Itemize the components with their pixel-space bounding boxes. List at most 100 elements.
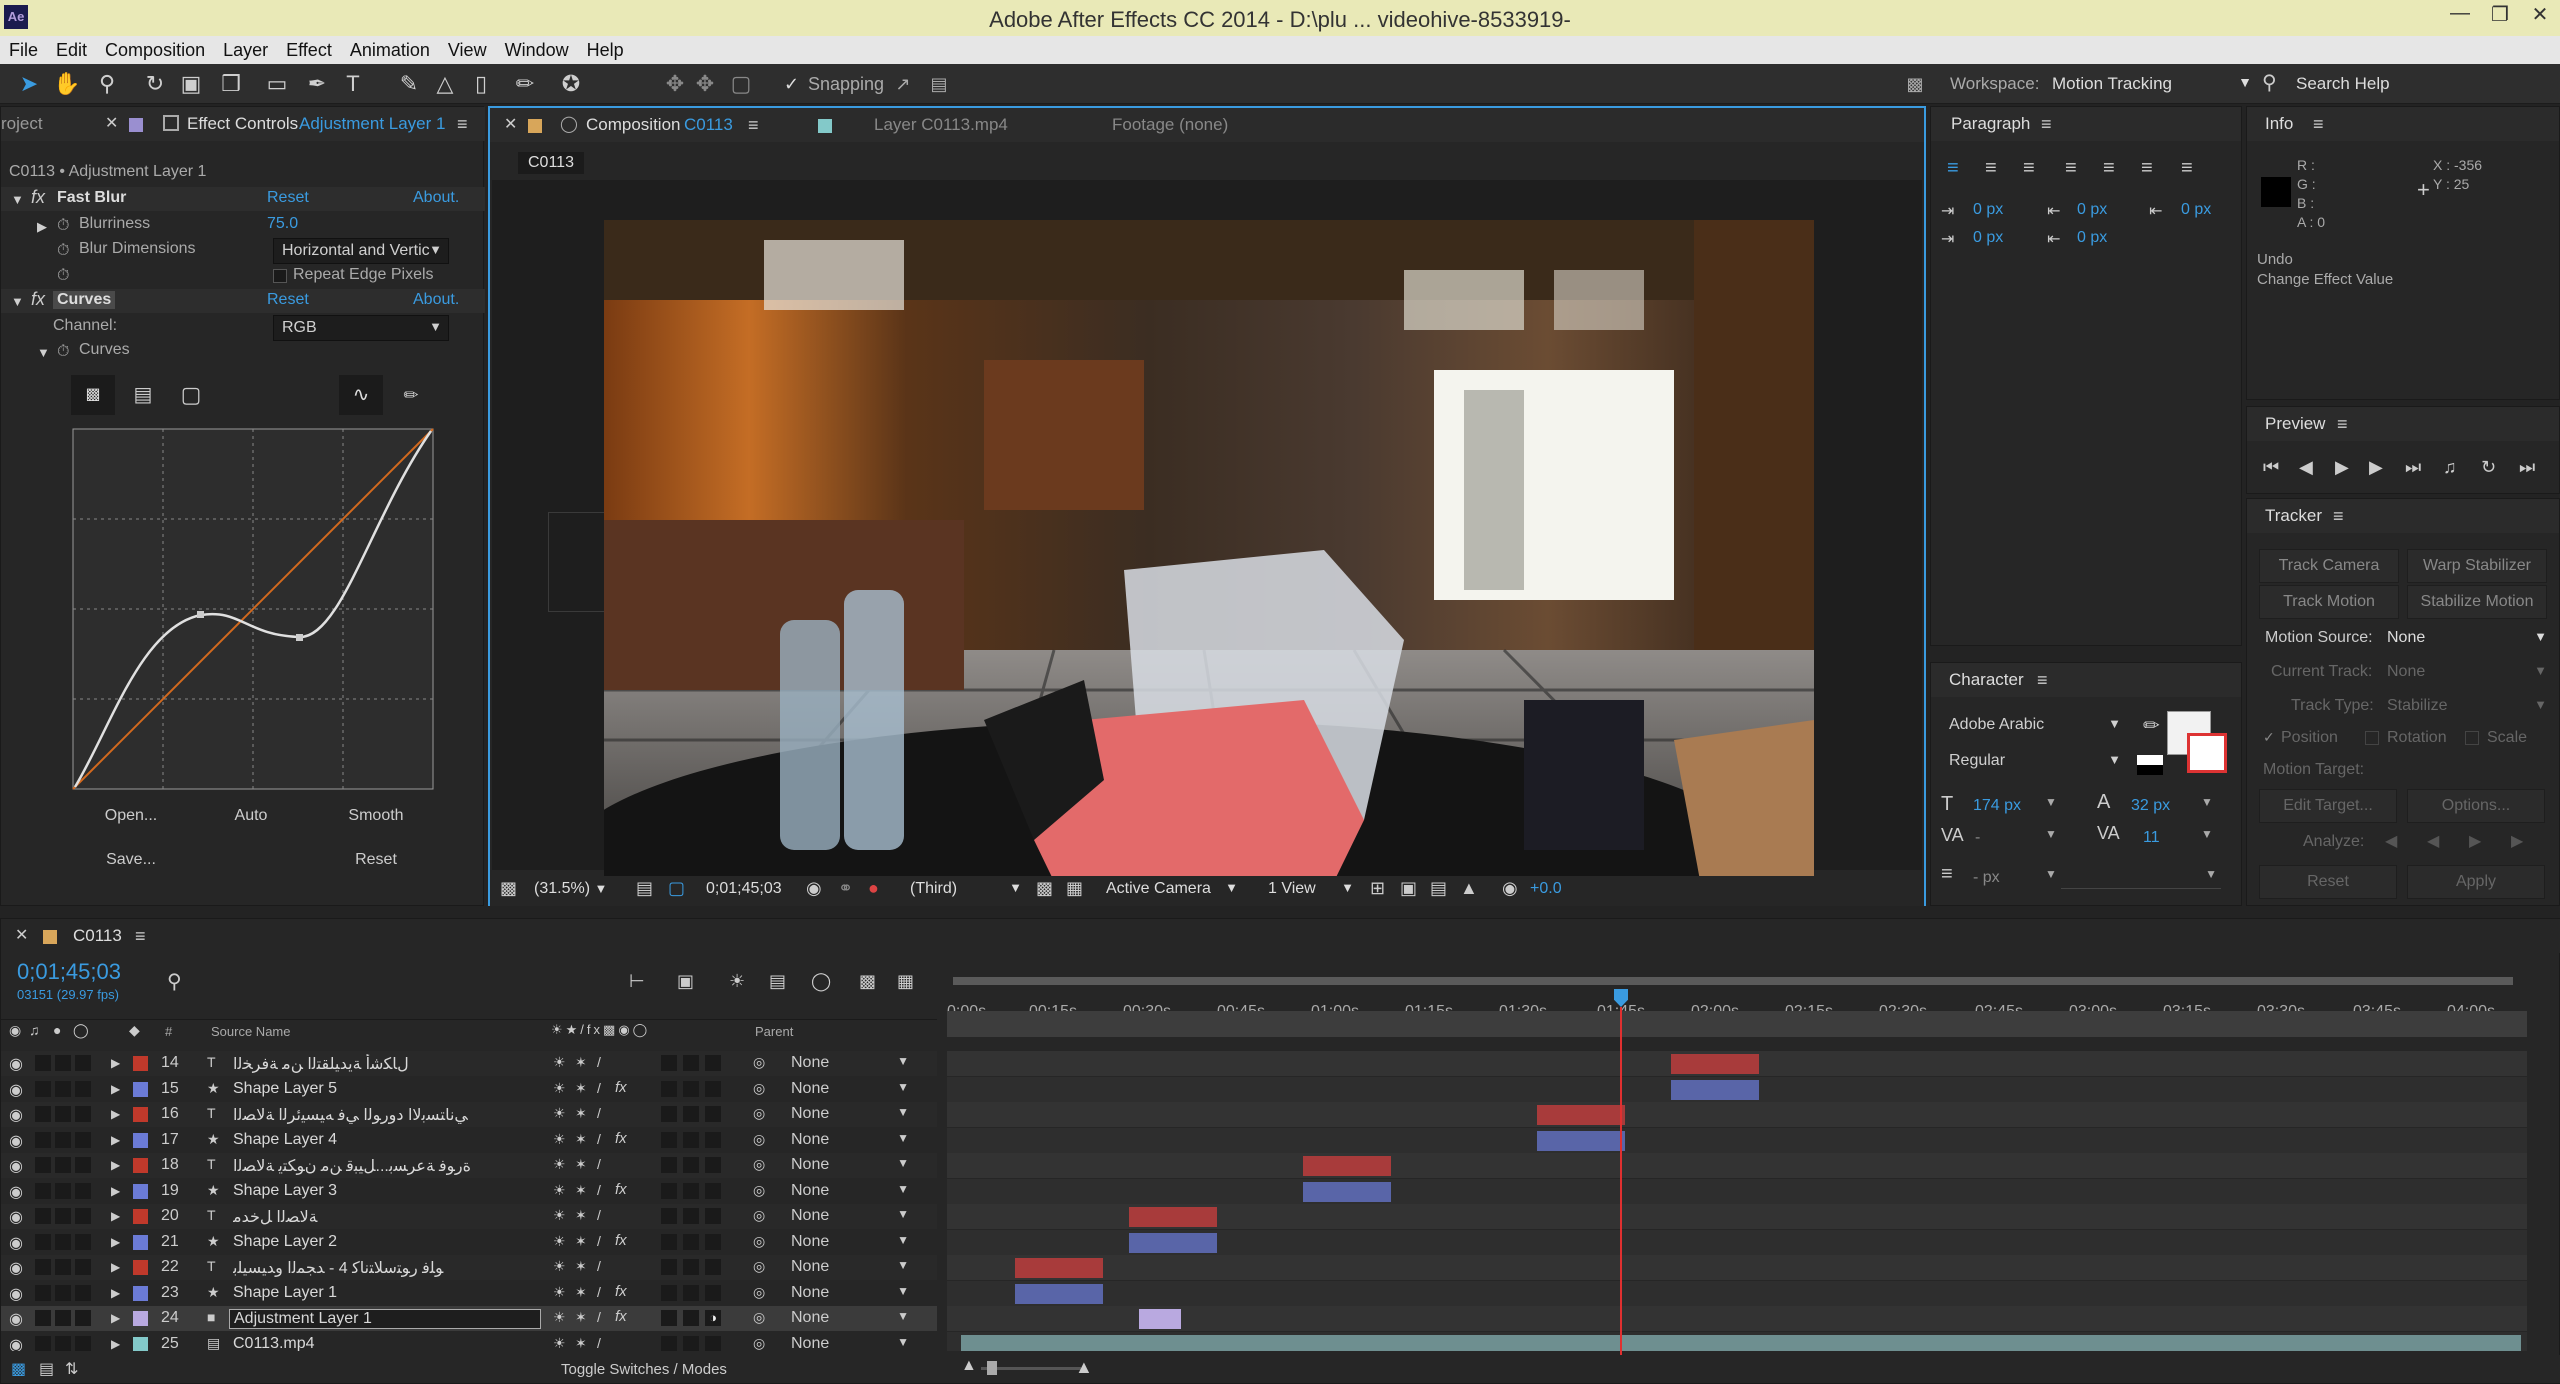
local-axis-icon[interactable]: ✥ xyxy=(660,70,690,98)
lock-switch[interactable] xyxy=(75,1055,91,1071)
layer-name[interactable]: Shape Layer 2 xyxy=(233,1233,533,1251)
frame-blend-switch[interactable] xyxy=(661,1080,677,1097)
curves-smooth-button[interactable]: Smooth xyxy=(341,807,411,825)
shy-switch-icon[interactable]: ☀ xyxy=(553,1284,566,1301)
font-style-select[interactable]: Regular ▼ xyxy=(1941,749,2127,775)
audio-switch[interactable] xyxy=(35,1106,51,1122)
font-family-select[interactable]: Adobe Arabic ▼ xyxy=(1941,713,2127,739)
flowchart-icon[interactable]: ▲ xyxy=(1460,878,1478,899)
label-color-swatch[interactable] xyxy=(133,1336,148,1351)
visibility-eye-icon[interactable]: ◉ xyxy=(9,1207,23,1227)
first-frame-icon[interactable]: ⏮ xyxy=(2263,457,2279,478)
audio-switch[interactable] xyxy=(35,1284,51,1301)
adjustment-layer-switch[interactable] xyxy=(705,1157,721,1173)
previous-frame-icon[interactable]: ◀ xyxy=(2299,457,2313,478)
tab-tracker[interactable]: Tracker xyxy=(2265,499,2322,533)
transfer-controls-icon[interactable]: ▤ xyxy=(39,1359,54,1379)
selection-tool-icon[interactable]: ➤ xyxy=(14,70,44,98)
quality-switch-icon[interactable]: / xyxy=(597,1284,601,1300)
lock-switch-header-icon[interactable]: ◯ xyxy=(73,1022,89,1039)
fx-switch-icon[interactable]: fx xyxy=(615,1130,627,1147)
collapse-switch-icon[interactable]: ✶ xyxy=(575,1080,587,1097)
solo-switch[interactable] xyxy=(55,1208,71,1224)
parent-pickwhip-icon[interactable]: ◎ xyxy=(753,1284,765,1301)
label-color-swatch[interactable] xyxy=(133,1132,148,1148)
motion-blur-switch[interactable] xyxy=(683,1208,699,1224)
stroke-color-swatch[interactable] xyxy=(2187,733,2227,773)
type-tool-icon[interactable]: T xyxy=(338,70,368,98)
layer-row[interactable]: ◉ ▶ 20 T ﺔﻟﺎﺼﻟﺍ ﻞﺧﺪﻣ ☀ ✶ / ◎ None ▼ xyxy=(1,1204,937,1229)
visibility-eye-icon[interactable]: ◉ xyxy=(9,1131,23,1151)
channel-select[interactable]: RGB ▼ xyxy=(273,315,449,341)
white-swatch[interactable] xyxy=(2137,755,2163,765)
quality-switch-icon[interactable]: / xyxy=(597,1080,601,1096)
menu-composition[interactable]: Composition xyxy=(96,36,214,61)
audio-switch[interactable] xyxy=(35,1208,51,1224)
layer-name[interactable]: ﻲﻧﺎﺘﺴﺑﻻﺍ ﺩﻭﺭﻮﻟﺍ ﻲﻓ ﻪﻴﺴﻴﺋﺮﻟﺍ ﺔﻟﺎﺼﻟﺍ xyxy=(233,1105,533,1125)
tracker-reset-button[interactable]: Reset xyxy=(2259,865,2397,899)
solo-switch[interactable] xyxy=(55,1080,71,1097)
analyze-back-frame-icon[interactable]: ◀ xyxy=(2427,831,2439,851)
font-size-value[interactable]: 174 px xyxy=(1973,797,2021,815)
play-icon[interactable]: ▶ xyxy=(2335,457,2349,478)
frame-blend-switch[interactable] xyxy=(661,1233,677,1250)
motion-blur-switch[interactable] xyxy=(683,1335,699,1351)
audio-icon[interactable]: ♫ xyxy=(2443,457,2457,478)
quality-switch-icon[interactable]: / xyxy=(597,1054,601,1070)
audio-switch[interactable] xyxy=(35,1080,51,1097)
quality-switch-icon[interactable]: / xyxy=(597,1207,601,1223)
eyedropper-icon[interactable]: ✏ xyxy=(2143,713,2160,738)
layer-row[interactable]: ◉ ▶ 16 T ﻲﻧﺎﺘﺴﺑﻻﺍ ﺩﻭﺭﻮﻟﺍ ﻲﻓ ﻪﻴﺴﻴﺋﺮﻟﺍ ﺔﻟﺎﺼﻟﺍ ☀… xyxy=(1,1102,937,1127)
adjustment-layer-switch[interactable] xyxy=(705,1335,721,1351)
quality-switch-icon[interactable]: / xyxy=(597,1309,601,1325)
quality-switch-icon[interactable]: / xyxy=(597,1105,601,1121)
exposure-value[interactable]: +0.0 xyxy=(1530,880,1562,898)
align-center-icon[interactable]: ≡ xyxy=(1985,157,1997,180)
shy-switch-icon[interactable]: ☀ xyxy=(553,1309,566,1326)
snap-edges-icon[interactable]: ↗ xyxy=(888,70,918,98)
audio-switch[interactable] xyxy=(35,1335,51,1351)
zoom-slider-thumb[interactable] xyxy=(987,1361,997,1375)
expand-layer-icon[interactable]: ▶ xyxy=(111,1209,120,1223)
curves-graph-expand-icon[interactable]: ▼ xyxy=(37,345,50,360)
justify-center-icon[interactable]: ≡ xyxy=(2103,157,2115,180)
layer-track[interactable] xyxy=(947,1331,2527,1351)
layer-duration-bar[interactable] xyxy=(1303,1156,1391,1176)
stroke-width-value[interactable]: - px xyxy=(1973,869,2000,887)
label-color-swatch[interactable] xyxy=(133,1311,148,1326)
next-frame-icon[interactable]: ▶ xyxy=(2369,457,2383,478)
camera-view-select[interactable]: Active Camera ▼ xyxy=(1106,880,1238,898)
adjustment-layer-switch[interactable] xyxy=(705,1182,721,1199)
label-header-icon[interactable]: ◆ xyxy=(129,1022,140,1039)
comp-viewer[interactable] xyxy=(492,180,1922,902)
parent-select[interactable]: None ▼ xyxy=(791,1054,909,1072)
pan-behind-tool-icon[interactable]: ❒ xyxy=(216,70,246,98)
layer-row[interactable]: ◉ ▶ 24 ■ Adjustment Layer 1 ☀ ✶ / fx ◑ ◎ None ▼ xyxy=(1,1306,937,1331)
collapse-switch-icon[interactable]: ✶ xyxy=(575,1258,587,1275)
parent-pickwhip-icon[interactable]: ◎ xyxy=(753,1258,765,1275)
snapshot-icon[interactable]: ◉ xyxy=(806,878,822,899)
warp-stabilizer-button[interactable]: Warp Stabilizer xyxy=(2407,549,2547,583)
collapse-switch-icon[interactable]: ✶ xyxy=(575,1233,587,1250)
fx-switch-icon[interactable]: fx xyxy=(615,1079,627,1096)
audio-switch[interactable] xyxy=(35,1233,51,1250)
panel-menu-icon[interactable]: ≡ xyxy=(457,107,468,141)
graph-editor-icon[interactable]: ▦ xyxy=(897,971,914,992)
fx-switch-icon[interactable]: fx xyxy=(615,1308,627,1325)
layer-name[interactable]: ﻮﻠﻓ ﺭﻮﺘﺳﻼﺘﻧﺎﻛ 4 - ﺪﺠﻤﻟﺍ ﻭﺪﻴﺴﻴﻠﺑ xyxy=(233,1258,533,1278)
timeline-icon[interactable]: ▤ xyxy=(1430,878,1447,899)
curves-auto-button[interactable]: Auto xyxy=(221,807,281,825)
frame-blending-icon[interactable]: ▤ xyxy=(769,971,786,992)
label-color-swatch[interactable] xyxy=(133,1107,148,1122)
toggle-pixel-aspect-icon[interactable]: ⊞ xyxy=(1370,878,1385,899)
justify-left-icon[interactable]: ≡ xyxy=(2065,157,2077,180)
layer-track[interactable] xyxy=(947,1102,2527,1127)
tab-project[interactable]: roject xyxy=(1,107,43,141)
solo-switch[interactable] xyxy=(55,1182,71,1199)
curve-size-small-icon[interactable]: ▩ xyxy=(71,375,115,415)
timeline-current-time[interactable]: 0;01;45;03 xyxy=(17,959,121,985)
panel-menu-icon[interactable]: ≡ xyxy=(2337,407,2348,441)
visibility-eye-icon[interactable]: ◉ xyxy=(9,1182,23,1202)
adjustment-layer-switch[interactable] xyxy=(705,1055,721,1071)
fx-switch-icon[interactable]: fx xyxy=(615,1181,627,1198)
